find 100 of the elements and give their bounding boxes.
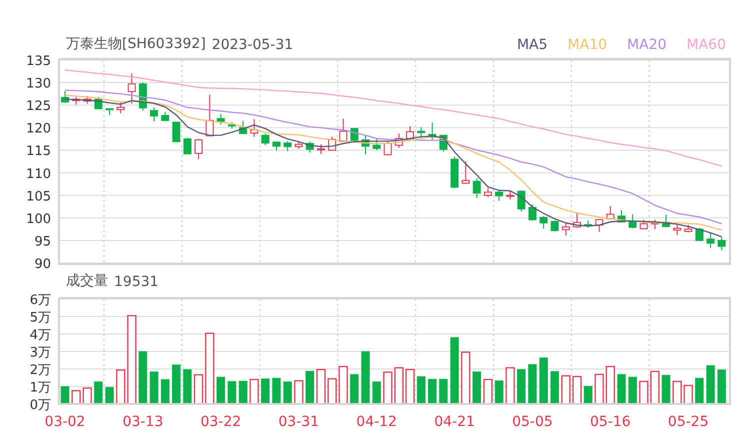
volume-bar bbox=[517, 369, 526, 404]
date-axis-label: 05-25 bbox=[668, 414, 709, 430]
volume-bar bbox=[350, 374, 359, 404]
volume-bar bbox=[483, 378, 493, 405]
candlestick bbox=[128, 73, 136, 104]
candlestick bbox=[406, 126, 414, 142]
volume-bar bbox=[250, 378, 259, 405]
volume-bar bbox=[72, 390, 81, 405]
volume-bar bbox=[594, 374, 604, 405]
volume-bar bbox=[494, 380, 504, 404]
candlestick bbox=[450, 156, 459, 189]
volume-bar bbox=[150, 372, 158, 404]
volume-bar bbox=[361, 351, 370, 404]
legend-label: MA5 bbox=[516, 37, 548, 53]
candlestick bbox=[261, 133, 270, 146]
axis-tick-label: 135 bbox=[26, 55, 51, 69]
candlestick bbox=[284, 140, 292, 152]
date-axis-label: 03-02 bbox=[44, 414, 86, 430]
candlestick bbox=[506, 190, 514, 200]
volume-bar bbox=[328, 378, 337, 405]
volume-bar bbox=[82, 387, 92, 405]
volume-bar bbox=[617, 374, 626, 404]
candlestick bbox=[61, 90, 69, 104]
candlestick bbox=[428, 122, 436, 140]
candlestick bbox=[462, 161, 470, 185]
date-axis-label: 03-22 bbox=[200, 414, 242, 430]
volume-bar bbox=[306, 370, 314, 404]
volume-bar bbox=[294, 380, 304, 405]
volume-bar bbox=[695, 378, 704, 404]
candlestick bbox=[161, 111, 170, 122]
candlestick bbox=[216, 114, 225, 125]
date-axis-label: 05-16 bbox=[590, 414, 631, 430]
candlestick bbox=[183, 137, 192, 154]
volume-bar bbox=[628, 376, 637, 404]
volume-bar bbox=[183, 369, 192, 404]
axis-tick-label: 5万 bbox=[30, 310, 51, 326]
volume-reading: 19531 bbox=[114, 274, 159, 290]
volume-bar bbox=[439, 378, 448, 404]
volume-bar bbox=[316, 368, 326, 405]
volume-bar bbox=[105, 387, 114, 404]
volume-bar bbox=[60, 386, 70, 404]
candlestick bbox=[417, 126, 426, 139]
axis-tick-label: 90 bbox=[34, 257, 51, 270]
candlestick bbox=[584, 220, 592, 228]
legend-label: MA60 bbox=[686, 37, 726, 53]
volume-bar bbox=[662, 374, 670, 404]
candlestick bbox=[495, 190, 504, 202]
volume-bar bbox=[228, 381, 236, 404]
axis-tick-label: 115 bbox=[26, 144, 51, 160]
volume-bar bbox=[405, 368, 415, 405]
candlestick bbox=[484, 188, 492, 198]
candlestick bbox=[517, 190, 526, 212]
candlestick bbox=[684, 224, 692, 233]
candlestick bbox=[718, 236, 726, 251]
candlestick bbox=[72, 96, 80, 106]
volume-bar bbox=[450, 337, 459, 404]
candlestick bbox=[618, 210, 626, 223]
candlestick bbox=[695, 227, 704, 242]
volume-bar bbox=[539, 358, 548, 404]
candlestick bbox=[372, 138, 381, 151]
date-axis-label: 04-21 bbox=[434, 414, 475, 430]
volume-bar bbox=[194, 374, 204, 405]
axis-tick-label: 120 bbox=[26, 122, 51, 137]
candlestick bbox=[528, 204, 536, 222]
volume-bar bbox=[138, 351, 148, 404]
volume-bar bbox=[394, 367, 404, 405]
candlestick bbox=[540, 216, 548, 230]
volume-bar bbox=[172, 364, 181, 404]
candlestick bbox=[116, 101, 125, 114]
volume-bar bbox=[272, 378, 281, 404]
legend-label: MA20 bbox=[627, 37, 667, 53]
volume-bar bbox=[261, 378, 270, 404]
axis-tick-label: 125 bbox=[26, 99, 51, 114]
volume-bar bbox=[639, 380, 648, 405]
candlestick bbox=[606, 206, 614, 220]
volume-bar bbox=[706, 365, 715, 404]
volume-bar bbox=[650, 370, 660, 405]
axis-tick-label: 105 bbox=[26, 189, 51, 204]
volume-bar bbox=[672, 380, 682, 405]
candlestick bbox=[228, 122, 236, 130]
volume-bar bbox=[216, 376, 226, 404]
volume-bar bbox=[160, 379, 170, 404]
volume-bar bbox=[561, 375, 570, 405]
axis-tick-label: 0万 bbox=[30, 398, 51, 413]
axis-tick-label: 130 bbox=[26, 76, 51, 92]
candlestick bbox=[339, 118, 348, 142]
candlestick bbox=[550, 220, 559, 232]
volume-bar bbox=[528, 364, 537, 404]
date-axis-label: 04-12 bbox=[356, 414, 397, 430]
candlestick bbox=[595, 218, 604, 232]
volume-bar bbox=[550, 371, 559, 404]
volume-bar bbox=[584, 386, 592, 404]
candlestick bbox=[194, 138, 203, 160]
candlestick bbox=[272, 141, 280, 152]
volume-bar bbox=[472, 372, 482, 404]
date-axis-label: 05-05 bbox=[512, 414, 553, 430]
volume-bar bbox=[283, 382, 292, 404]
candlestick bbox=[562, 222, 570, 236]
candlestick bbox=[294, 141, 303, 150]
volume-bar bbox=[717, 370, 726, 404]
